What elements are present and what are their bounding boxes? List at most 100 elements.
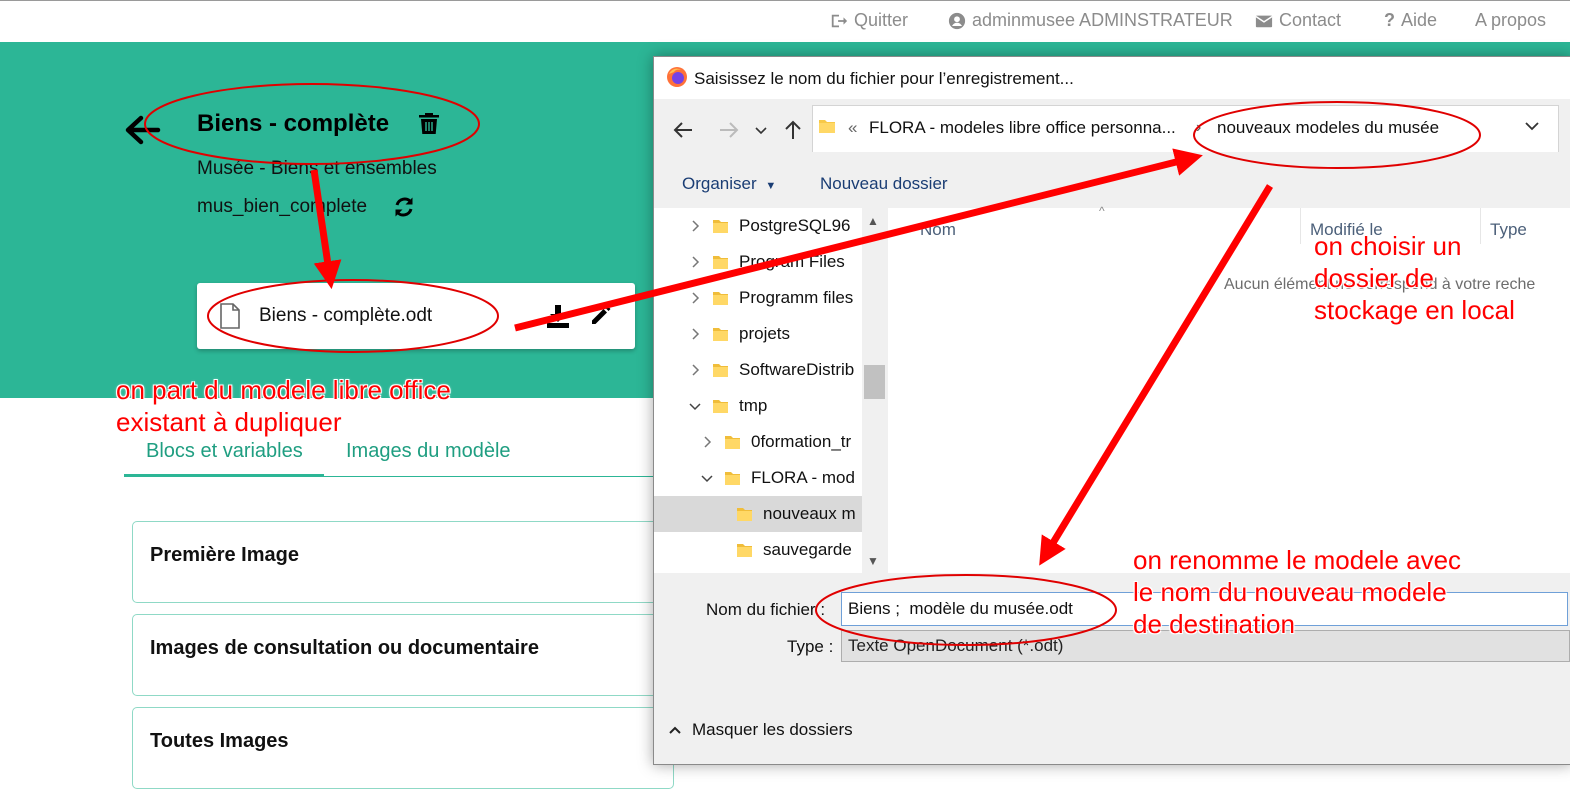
back-arrow-icon[interactable] [122,110,162,150]
envelope-icon [1255,15,1273,27]
tree-item[interactable]: projets [688,324,790,344]
dialog-title: Saisissez le nom du fichier pour l’enreg… [694,69,1074,88]
annotation-note-rename: on renomme le modele avec le nom du nouv… [1133,544,1461,640]
back-icon[interactable] [670,118,696,142]
folder-icon [713,255,728,269]
tab-blocs-et-variables[interactable]: Blocs et variables [146,440,303,463]
address-segment-parent[interactable]: FLORA - modeles libre office personna... [869,118,1176,138]
tree-item[interactable]: 0formation_tr [700,432,851,452]
tree-item-label: tmp [739,396,768,415]
tree-item-label: SoftwareDistrib [739,360,855,379]
scroll-up-icon[interactable]: ▲ [867,214,879,228]
column-separator[interactable] [1300,208,1301,244]
folder-icon [713,219,728,233]
tree-item-label: Programm files [739,288,854,307]
up-arrow-icon[interactable] [780,118,806,142]
folder-icon [713,363,728,377]
annotation-line: de destination [1133,609,1295,639]
chevron-right-icon[interactable] [688,291,702,305]
tree-item-label: projets [739,324,791,343]
annotation-line: stockage en local [1314,295,1515,325]
sort-caret-icon: ^ [1099,204,1105,218]
folder-icon [725,435,740,449]
about-link[interactable]: A propos [1475,10,1546,31]
folder-icon [713,291,728,305]
contact-link[interactable]: Contact [1255,10,1341,31]
tree-item[interactable]: tmp [688,396,767,416]
folder-icon [725,471,740,485]
contact-label: Contact [1279,10,1342,30]
annotation-line: existant à dupliquer [116,407,342,437]
annotation-note-folder: on choisir un dossier de stockage en loc… [1314,230,1515,326]
tree-item-label: PostgreSQL96 [739,216,851,235]
chevron-right-icon[interactable] [700,435,714,449]
tree-scrollbar-thumb[interactable] [864,365,885,399]
organise-label: Organiser [682,174,757,193]
help-label: Aide [1401,10,1438,30]
tree-item[interactable]: PostgreSQL96 [688,216,851,236]
chevron-down-icon[interactable] [688,399,702,413]
firefox-icon [667,67,687,87]
tree-item[interactable]: FLORA - mod [700,468,855,488]
caret-down-icon: ▼ [765,180,777,192]
about-label: A propos [1475,10,1547,30]
scroll-down-icon[interactable]: ▼ [867,554,879,568]
chevron-right-icon[interactable] [688,255,702,269]
sign-out-icon [831,14,848,27]
hide-folders-label: Masquer les dossiers [692,720,853,739]
file-type-label: Type : [787,637,834,656]
user-label: adminmusee ADMINSTRATEUR [972,10,1233,30]
annotation-note-source: on part du modele libre office existant … [116,374,451,438]
annotation-line: on choisir un [1314,231,1462,261]
chevron-down-icon[interactable] [752,118,770,142]
file-icon [220,303,240,329]
trash-icon[interactable] [418,111,440,135]
block-panel-title: Première Image [150,544,299,566]
tab-images-du-modele[interactable]: Images du modèle [346,440,511,463]
address-dropdown-icon[interactable] [1522,116,1542,136]
quit-label: Quitter [854,10,909,30]
dialog-toolbar [654,152,1570,208]
annotation-line: on renomme le modele avec [1133,545,1462,575]
address-overflow[interactable]: « [848,118,857,138]
refresh-icon[interactable] [392,195,416,219]
chevron-right-icon[interactable] [688,363,702,377]
model-title: Biens - complète [197,110,390,137]
tree-item-selected[interactable]: nouveaux m [736,504,856,524]
tree-item-label: sauvegarde [763,540,852,559]
forward-icon[interactable] [716,118,742,142]
tree-item[interactable]: Programm files [688,288,853,308]
tree-item[interactable]: Program Files [688,252,845,272]
chevron-right-icon[interactable] [688,219,702,233]
chevron-right-icon[interactable] [688,327,702,341]
model-file-name: Biens - complète.odt [259,305,433,326]
folder-icon [713,399,728,413]
hide-folders-toggle[interactable]: Masquer les dossiers [668,720,853,740]
user-menu[interactable]: adminmusee ADMINSTRATEUR [948,10,1233,31]
folder-icon [713,327,728,341]
quit-link[interactable]: Quitter [830,10,908,31]
folder-icon [737,543,752,557]
block-panel-title: Images de consultation ou documentaire [150,637,539,659]
pencil-icon[interactable] [589,303,613,327]
column-header-name[interactable]: Nom [920,220,956,240]
user-circle-icon [948,12,966,29]
tree-item-label: FLORA - mod [751,468,855,487]
address-segment-current[interactable]: nouveaux modeles du musée [1217,118,1439,138]
organise-menu-button[interactable]: Organiser ▼ [682,174,776,194]
folder-icon [819,120,835,133]
help-link[interactable]: ? Aide [1384,10,1437,31]
annotation-line: le nom du nouveau modele [1133,577,1447,607]
download-icon[interactable] [545,303,571,329]
chevron-down-icon[interactable] [700,471,714,485]
tree-item[interactable]: sauvegarde [736,540,852,560]
chevron-right-icon[interactable]: › [1196,119,1201,137]
tree-item[interactable]: SoftwareDistrib [688,360,854,380]
active-tab-indicator [124,474,324,477]
filename-label: Nom du fichier : [706,600,826,619]
block-panel-title: Toutes Images [150,730,289,752]
tree-item-label: 0formation_tr [751,432,852,451]
question-icon: ? [1384,10,1395,30]
tree-item-label: nouveaux m [763,504,856,523]
new-folder-button[interactable]: Nouveau dossier [820,174,948,194]
